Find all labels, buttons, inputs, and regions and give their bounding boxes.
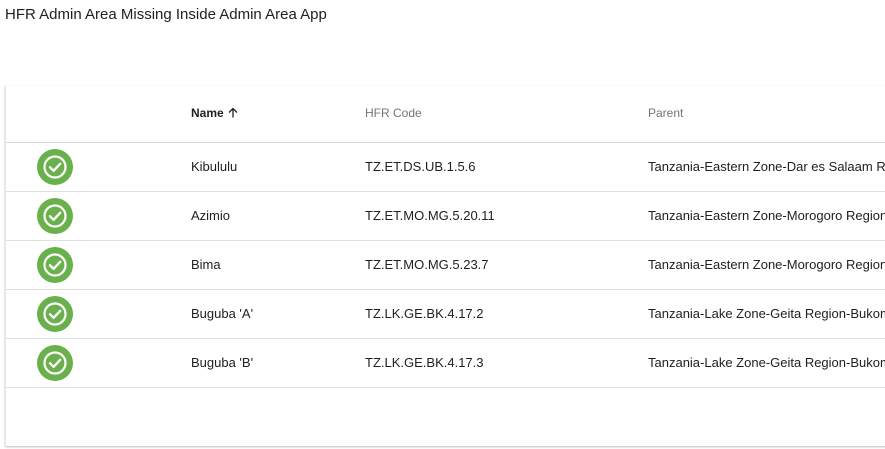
cell-hfr-code: TZ.ET.MO.MG.5.23.7 bbox=[365, 257, 489, 272]
cell-name: Bima bbox=[191, 257, 221, 272]
cell-parent: Tanzania-Lake Zone-Geita Region-Bukoml bbox=[648, 355, 885, 370]
column-header-parent[interactable]: Parent bbox=[648, 106, 683, 120]
cell-parent: Tanzania-Lake Zone-Geita Region-Bukoml bbox=[648, 306, 885, 321]
column-header-hfr-code[interactable]: HFR Code bbox=[365, 106, 422, 120]
cell-hfr-code: TZ.LK.GE.BK.4.17.3 bbox=[365, 355, 484, 370]
table-row[interactable]: Bima TZ.ET.MO.MG.5.23.7 Tanzania-Eastern… bbox=[6, 241, 885, 290]
table-row[interactable]: Azimio TZ.ET.MO.MG.5.20.11 Tanzania-East… bbox=[6, 192, 885, 241]
check-circle-icon bbox=[37, 345, 73, 381]
table-row[interactable]: Buguba 'A' TZ.LK.GE.BK.4.17.2 Tanzania-L… bbox=[6, 290, 885, 339]
check-circle-icon bbox=[37, 247, 73, 283]
cell-name: Azimio bbox=[191, 208, 231, 223]
cell-name: Kibululu bbox=[191, 159, 238, 174]
cell-hfr-code: TZ.ET.MO.MG.5.20.11 bbox=[365, 208, 495, 223]
cell-parent: Tanzania-Eastern Zone-Dar es Salaam Re bbox=[648, 159, 885, 174]
cell-hfr-code: TZ.LK.GE.BK.4.17.2 bbox=[365, 306, 484, 321]
cell-parent: Tanzania-Eastern Zone-Morogoro Region- bbox=[648, 208, 885, 223]
data-table: Name HFR Code Parent Kibululu TZ.ET.DS.U… bbox=[5, 86, 885, 446]
column-header-name-label: Name bbox=[191, 106, 224, 120]
arrow-up-icon bbox=[228, 107, 238, 118]
check-circle-icon bbox=[37, 149, 73, 185]
page-title: HFR Admin Area Missing Inside Admin Area… bbox=[5, 6, 327, 23]
cell-name: Buguba 'B' bbox=[191, 355, 254, 370]
table-row[interactable]: Buguba 'B' TZ.LK.GE.BK.4.17.3 Tanzania-L… bbox=[6, 339, 885, 388]
cell-hfr-code: TZ.ET.DS.UB.1.5.6 bbox=[365, 159, 476, 174]
cell-parent: Tanzania-Eastern Zone-Morogoro Region- bbox=[648, 257, 885, 272]
check-circle-icon bbox=[37, 198, 73, 234]
cell-name: Buguba 'A' bbox=[191, 306, 254, 321]
check-circle-icon bbox=[37, 296, 73, 332]
column-header-name[interactable]: Name bbox=[191, 106, 239, 120]
table-row[interactable]: Kibululu TZ.ET.DS.UB.1.5.6 Tanzania-East… bbox=[6, 143, 885, 192]
table-header: Name HFR Code Parent bbox=[6, 86, 885, 143]
